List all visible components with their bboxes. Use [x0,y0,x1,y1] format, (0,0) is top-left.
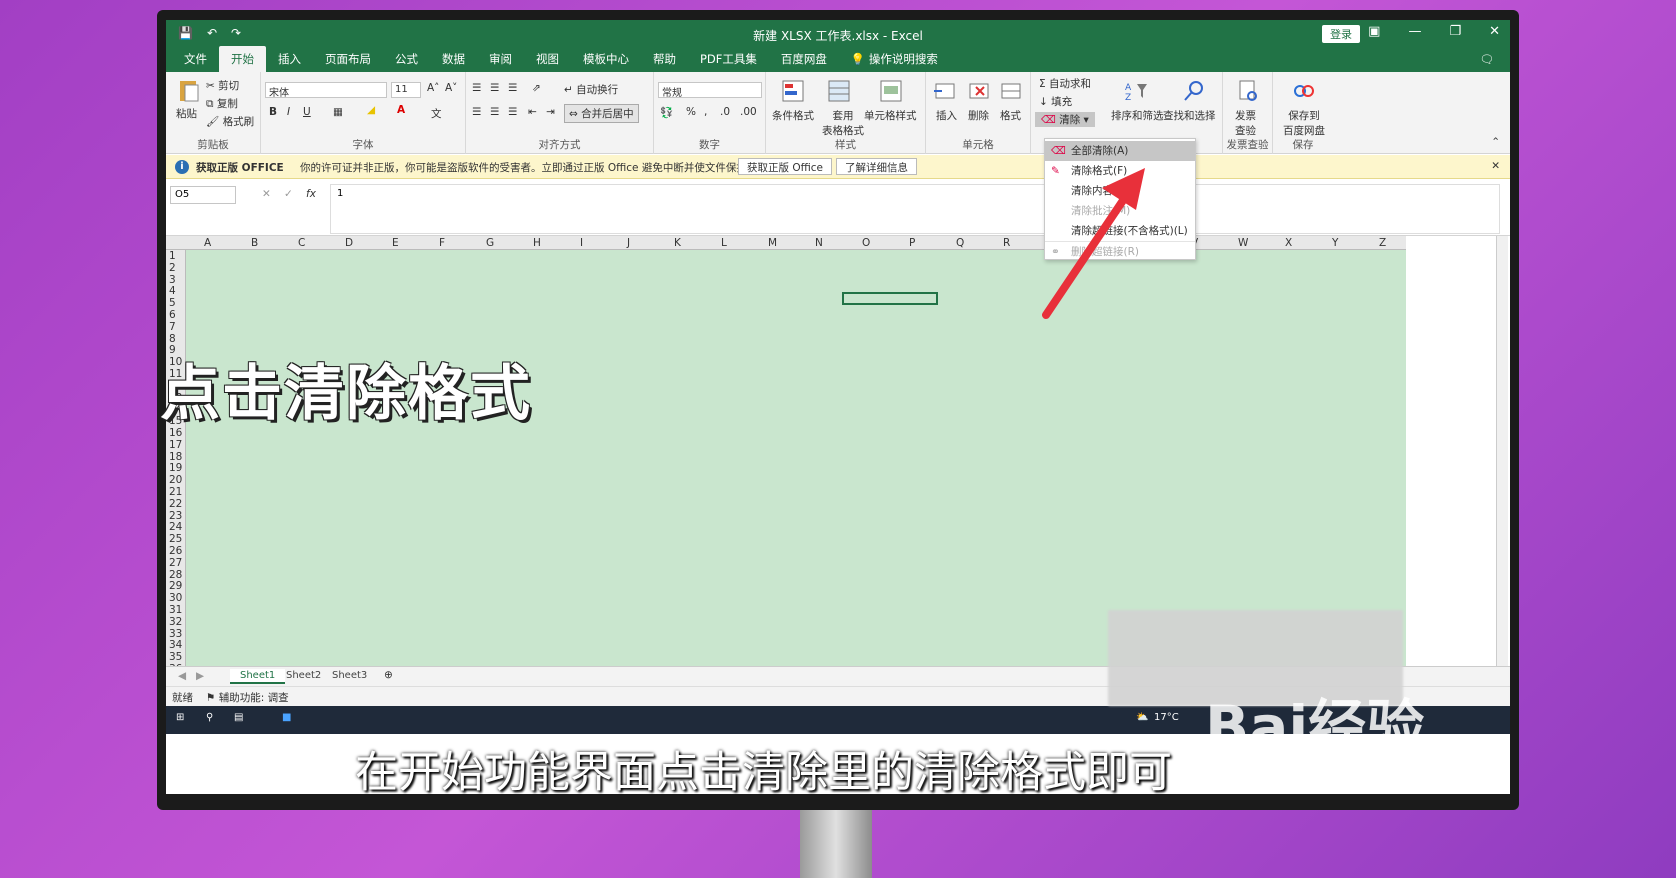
baidu-url: jingyan.baidu.com [1205,750,1464,783]
overlay-title: 点击清除格式 [160,359,532,429]
subtitle-caption: 在开始功能界面点击清除里的清除格式即可 [355,748,1172,798]
